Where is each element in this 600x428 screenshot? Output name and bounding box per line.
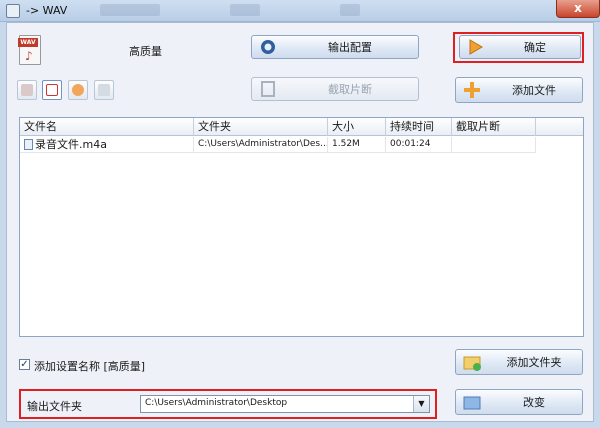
ok-label: 确定 bbox=[524, 41, 546, 54]
quality-label: 高质量 bbox=[129, 45, 162, 58]
add-setting-name-checkbox[interactable]: ✓ bbox=[19, 359, 30, 370]
output-folder-value: C:\Users\Administrator\Desktop bbox=[145, 398, 288, 408]
ok-button[interactable]: 确定 bbox=[459, 35, 581, 59]
folder-icon bbox=[463, 396, 481, 410]
change-label: 改变 bbox=[523, 396, 545, 409]
table-row[interactable]: 录音文件.m4a C:\Users\Administrator\Des... 1… bbox=[20, 137, 536, 153]
plus-icon bbox=[464, 82, 480, 98]
blurred-background bbox=[340, 4, 360, 16]
column-header-clip[interactable]: 截取片断 bbox=[452, 118, 536, 136]
add-setting-name-label: 添加设置名称 [高质量] bbox=[34, 360, 146, 373]
cell-duration: 00:01:24 bbox=[386, 137, 452, 153]
title-bar: -> WAV x bbox=[0, 0, 600, 22]
play-icon bbox=[72, 84, 84, 96]
output-config-label: 输出配置 bbox=[328, 41, 372, 54]
cut-clip-button[interactable]: 截取片断 bbox=[251, 77, 419, 101]
convert-dialog: WAV ♪ 高质量 输出配置 确定 截取片断 添加文件 文件名 文件夹 大小 持… bbox=[6, 22, 594, 422]
blurred-background bbox=[100, 4, 160, 16]
clear-list-button[interactable] bbox=[17, 80, 37, 100]
play-button[interactable] bbox=[68, 80, 88, 100]
output-folder-select[interactable]: C:\Users\Administrator\Desktop ▼ bbox=[140, 395, 430, 413]
music-note-icon: ♪ bbox=[25, 49, 33, 63]
output-config-button[interactable]: 输出配置 bbox=[251, 35, 419, 59]
add-folder-button[interactable]: 添加文件夹 bbox=[455, 349, 583, 375]
cell-clip bbox=[452, 137, 536, 153]
media-info-button[interactable] bbox=[94, 80, 114, 100]
media-info-icon bbox=[98, 84, 110, 96]
arrow-right-icon bbox=[469, 39, 483, 55]
column-header-duration[interactable]: 持续时间 bbox=[386, 118, 452, 136]
cell-folder: C:\Users\Administrator\Des... bbox=[194, 137, 328, 153]
add-folder-label: 添加文件夹 bbox=[506, 356, 562, 369]
filename-text: 录音文件.m4a bbox=[35, 138, 107, 151]
column-header-filename[interactable]: 文件名 bbox=[20, 118, 194, 136]
clear-list-icon bbox=[21, 84, 33, 96]
cell-size: 1.52M bbox=[328, 137, 386, 153]
cell-filename: 录音文件.m4a bbox=[20, 137, 194, 153]
file-list[interactable]: 文件名 文件夹 大小 持续时间 截取片断 录音文件.m4a C:\Users\A… bbox=[19, 117, 584, 337]
app-icon bbox=[6, 4, 20, 18]
folder-add-icon bbox=[463, 356, 481, 371]
file-list-header: 文件名 文件夹 大小 持续时间 截取片断 bbox=[20, 118, 536, 136]
cut-clip-label: 截取片断 bbox=[328, 83, 372, 96]
remove-file-icon bbox=[46, 84, 58, 96]
add-file-button[interactable]: 添加文件 bbox=[455, 77, 583, 103]
film-clip-icon bbox=[261, 81, 275, 97]
wav-format-tag: WAV bbox=[18, 38, 38, 47]
column-header-folder[interactable]: 文件夹 bbox=[194, 118, 328, 136]
change-button[interactable]: 改变 bbox=[455, 389, 583, 415]
remove-file-button[interactable] bbox=[42, 80, 62, 100]
file-list-header-filler bbox=[536, 118, 583, 136]
close-button[interactable]: x bbox=[556, 0, 600, 18]
blurred-background bbox=[230, 4, 260, 16]
window-title: -> WAV bbox=[26, 4, 68, 17]
gear-icon bbox=[261, 40, 275, 54]
audio-file-icon bbox=[24, 139, 33, 150]
wav-format-icon: WAV ♪ bbox=[18, 35, 41, 65]
column-header-size[interactable]: 大小 bbox=[328, 118, 386, 136]
chevron-down-icon[interactable]: ▼ bbox=[413, 396, 429, 412]
add-file-label: 添加文件 bbox=[512, 84, 556, 97]
output-folder-label: 输出文件夹 bbox=[27, 400, 82, 413]
